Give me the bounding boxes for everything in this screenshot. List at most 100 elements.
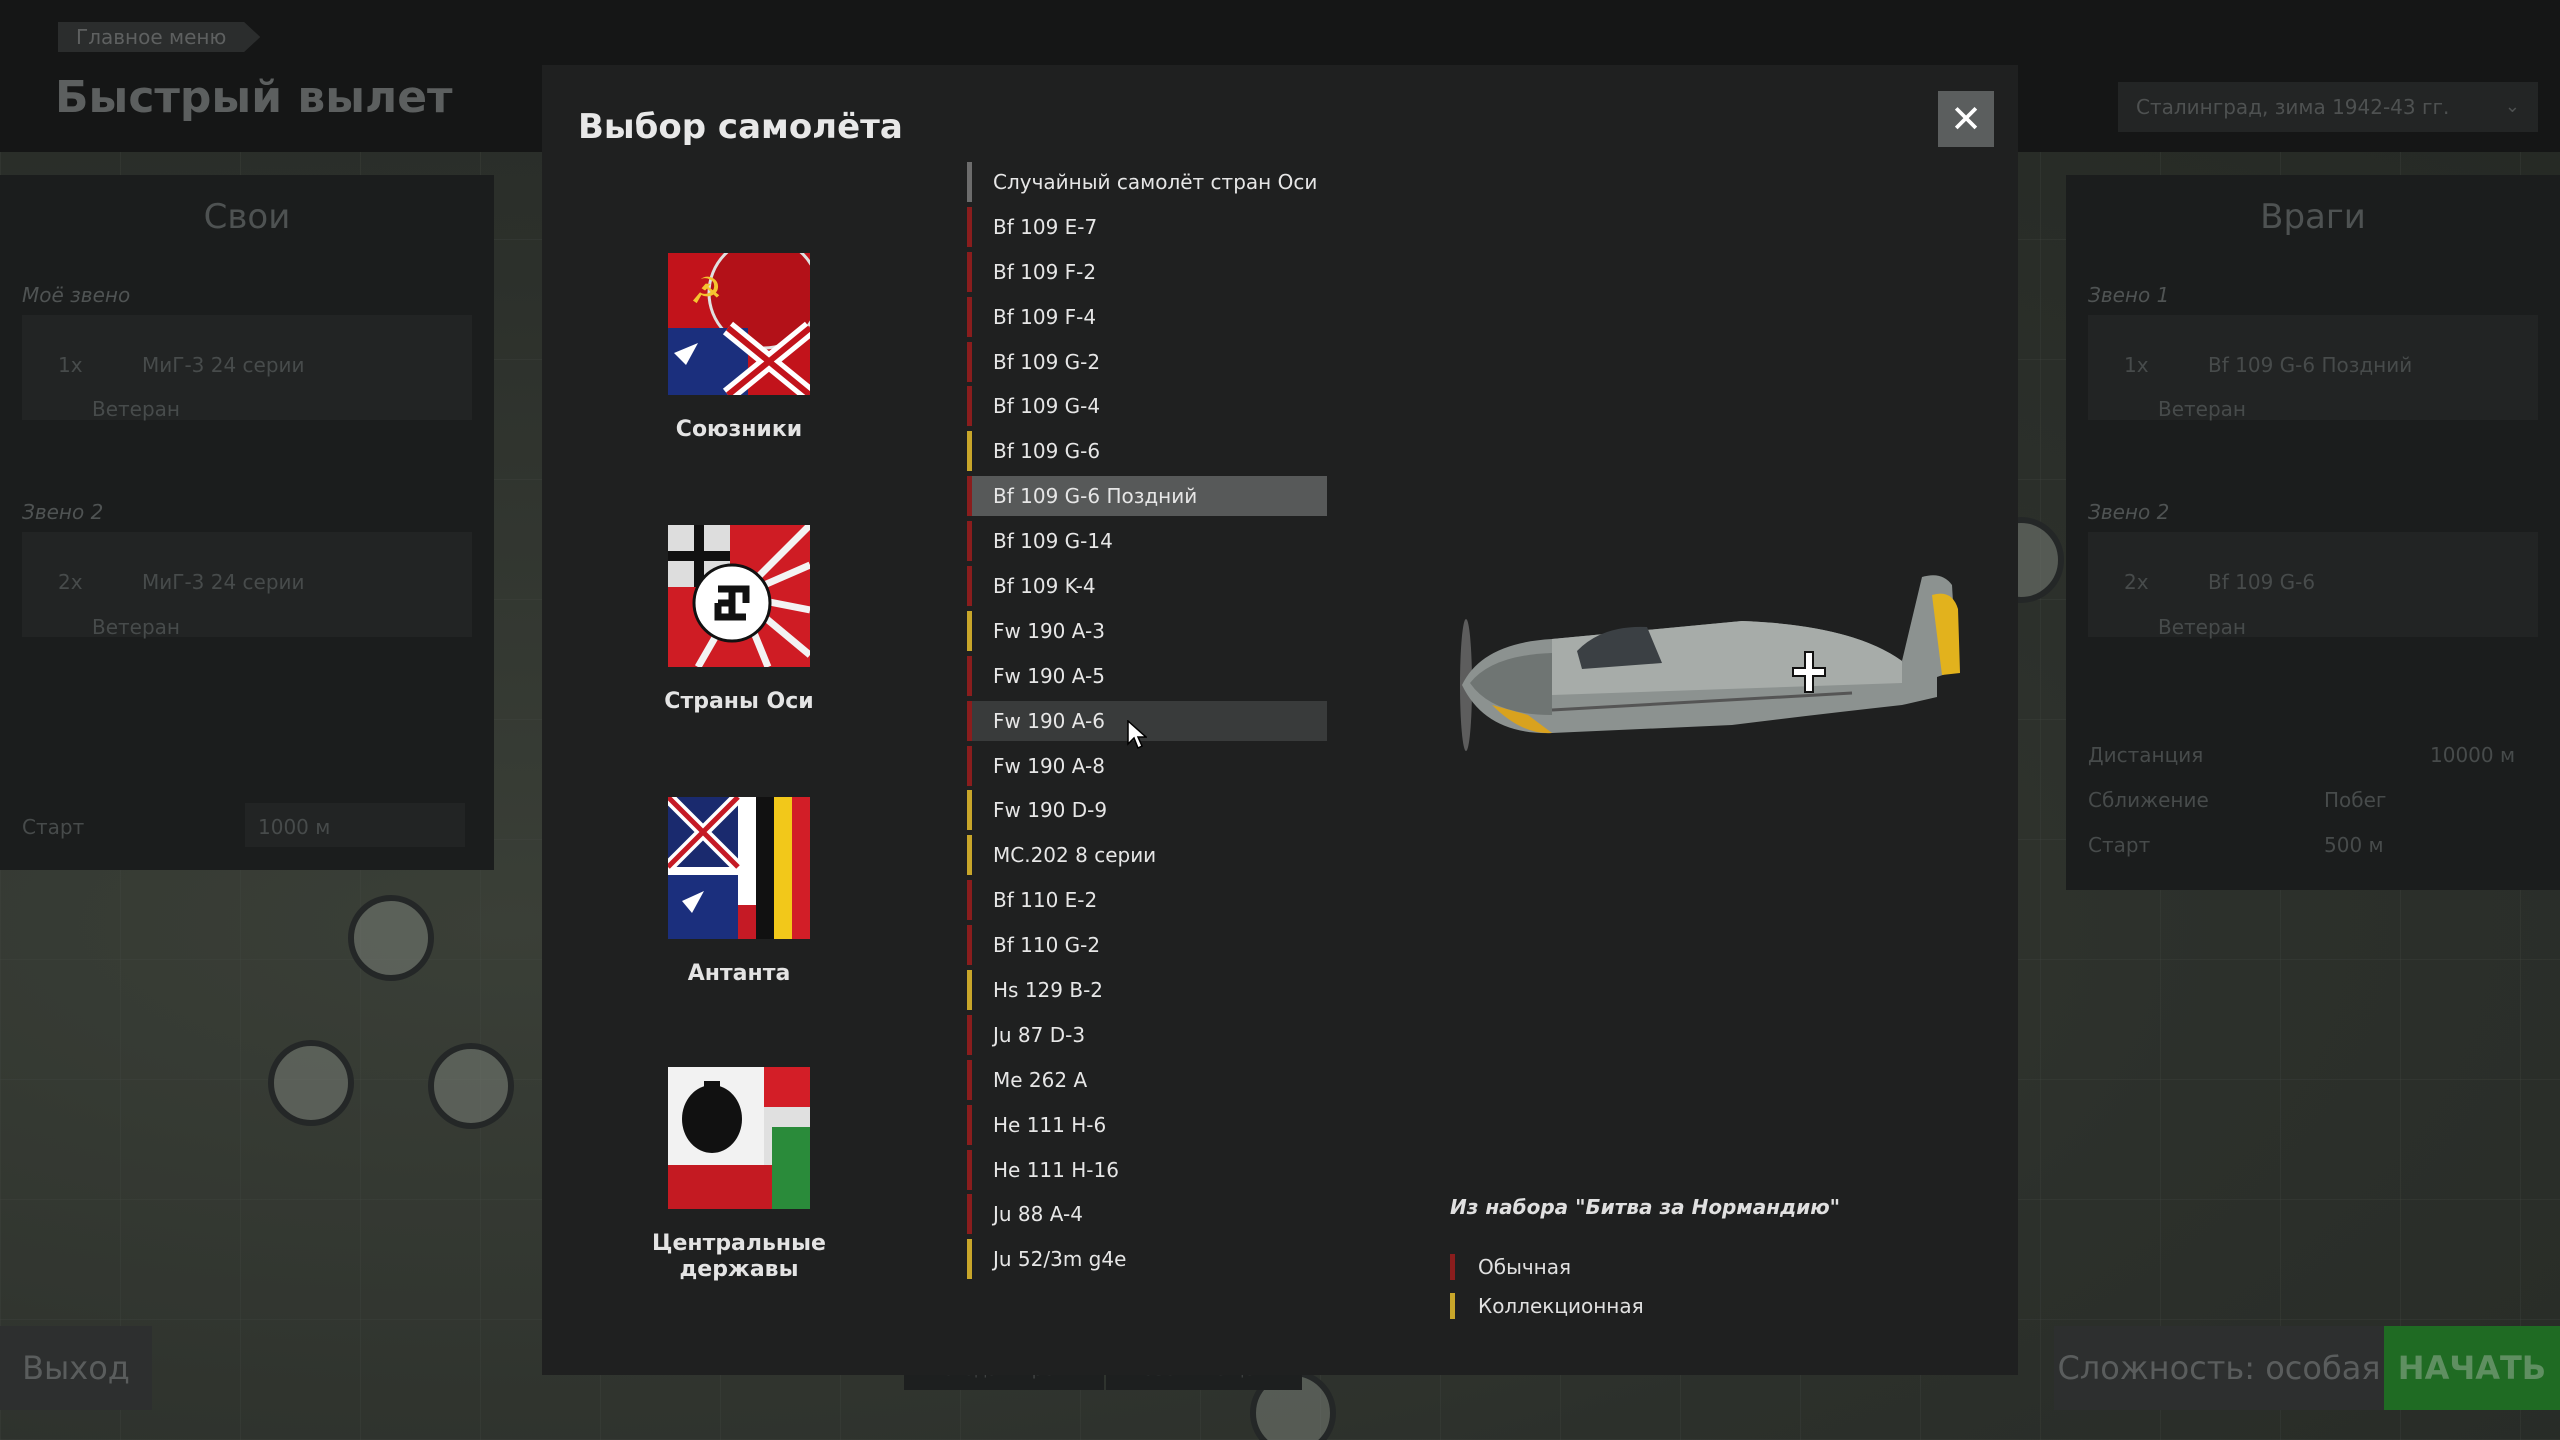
plane-name: Ju 88 A-4 [993,1202,1083,1227]
pack-note: Из набора "Битва за Нормандию" [1450,1195,1841,1219]
enemy-flight1-plane[interactable]: Bf 109 G-6 Поздний [2208,353,2412,377]
enemy-side-panel: Враги Звено 1 1x Bf 109 G-6 Поздний Вете… [2066,175,2560,890]
plane-list-item[interactable]: MC.202 8 серии [967,835,1327,876]
faction-central-powers[interactable]: Центральные державы [639,1067,839,1283]
map-marker[interactable] [348,895,434,981]
svg-text:☭: ☭ [690,271,722,312]
allies-flag-icon: ☭ [668,253,810,395]
plane-list-item[interactable]: Bf 109 G-6 [967,431,1327,472]
map-select-value: Сталинград, зима 1942-43 гг. [2136,95,2450,119]
plane-list-item[interactable]: Hs 129 B-2 [967,970,1327,1011]
plane-list-item[interactable]: Fw 190 A-8 [967,745,1327,786]
legend-standard-swatch [1450,1254,1455,1280]
plane-list-item[interactable]: Ju 52/3m g4e [967,1239,1327,1280]
own-flight1-plane[interactable]: МиГ-3 24 серии [142,353,305,377]
plane-list-item[interactable]: Bf 110 G-2 [967,925,1327,966]
plane-list-item[interactable]: Ju 88 A-4 [967,1194,1327,1235]
plane-name: Fw 190 A-8 [993,753,1105,778]
own-flight2-plane[interactable]: МиГ-3 24 серии [142,570,305,594]
map-select[interactable]: Сталинград, зима 1942-43 гг. ⌄ [2118,82,2538,132]
central-powers-flag-icon [668,1067,810,1209]
faction-allies[interactable]: ☭ Союзники [639,253,839,443]
legend-collector-swatch [1450,1293,1455,1319]
plane-name: Ju 52/3m g4e [993,1247,1127,1272]
legend-standard: Обычная [1450,1252,1644,1282]
faction-label: Центральные державы [652,1231,826,1282]
plane-list-item[interactable]: Bf 110 E-2 [967,880,1327,921]
plane-list-item[interactable]: Bf 109 G-6 Поздний [967,476,1327,517]
plane-list-item[interactable]: Me 262 A [967,1059,1327,1100]
plane-preview-image [1460,575,1960,751]
plane-name: Fw 190 A-6 [993,708,1105,733]
plane-list-item[interactable]: He 111 H-6 [967,1104,1327,1145]
plane-list-item[interactable]: Ju 87 D-3 [967,1014,1327,1055]
enemy-start-value[interactable]: 500 м [2324,833,2384,857]
plane-name: He 111 H-16 [993,1157,1119,1182]
plane-name: Bf 109 F-4 [993,304,1097,329]
own-flight2-skill[interactable]: Ветеран [92,615,180,639]
plane-list-item[interactable]: Fw 190 A-6 [967,700,1327,741]
faction-label: Союзники [675,417,803,442]
own-side-panel: Свои Моё звено 1x МиГ-3 24 серии Ветеран… [0,175,494,870]
start-button[interactable]: НАЧАТЬ [2384,1326,2560,1410]
enemy-flight2-label: Звено 2 [2088,500,2170,524]
plane-tier-marker [967,296,972,337]
enemy-start-label: Старт [2088,833,2151,857]
close-button[interactable]: ✕ [1938,91,1994,147]
plane-list-item[interactable]: He 111 H-16 [967,1149,1327,1190]
breadcrumb[interactable]: Главное меню [58,22,261,52]
faction-entente[interactable]: Антанта [639,797,839,987]
plane-list-item[interactable]: Bf 109 F-4 [967,296,1327,337]
enemy-flight2-skill[interactable]: Ветеран [2158,615,2246,639]
legend-collector: Коллекционная [1450,1291,1644,1321]
enemy-distance-label: Дистанция [2088,743,2204,767]
plane-tier-marker [967,610,972,651]
plane-list-item[interactable]: Bf 109 E-7 [967,206,1327,247]
faction-axis[interactable]: Страны Оси [639,525,839,715]
own-panel-title: Свои [203,197,291,237]
map-marker[interactable] [268,1040,354,1126]
enemy-flight2-plane[interactable]: Bf 109 G-6 [2208,570,2315,594]
plane-name: Bf 109 G-4 [993,394,1101,419]
exit-button[interactable]: Выход [0,1326,152,1410]
enemy-flight1-label: Звено 1 [2088,283,2170,307]
plane-list-item[interactable]: Bf 109 F-2 [967,251,1327,292]
legend-collector-label: Коллекционная [1478,1294,1644,1318]
mouse-cursor-icon [1127,720,1147,750]
enemy-distance-value: 10000 м [2430,743,2516,767]
own-flight1-skill[interactable]: Ветеран [92,397,180,421]
enemy-panel-title: Враги [2260,197,2366,237]
plane-name: Случайный самолёт стран Оси [993,170,1318,194]
plane-name: Bf 109 G-14 [993,529,1113,554]
plane-tier-marker [967,206,972,247]
plane-name: Fw 190 D-9 [993,798,1108,823]
plane-name: MC.202 8 серии [993,843,1157,868]
plane-list-item[interactable]: Fw 190 A-5 [967,655,1327,696]
plane-name: Bf 109 E-7 [993,214,1098,239]
plane-tier-marker [967,162,972,202]
plane-name: Me 262 A [993,1067,1088,1092]
enemy-flight1-skill[interactable]: Ветеран [2158,397,2246,421]
enemy-flight1-count[interactable]: 1x [2124,353,2149,377]
plane-tier-marker [967,1149,972,1190]
map-marker[interactable] [428,1043,514,1129]
plane-list-item[interactable]: Fw 190 D-9 [967,790,1327,831]
own-flight2-count[interactable]: 2x [58,570,83,594]
plane-tier-marker [967,700,972,741]
plane-list-item[interactable]: Bf 109 G-2 [967,341,1327,382]
plane-name: Bf 109 G-2 [993,349,1101,374]
difficulty-button[interactable]: Сложность: особая [2054,1326,2384,1410]
plane-name: Bf 110 E-2 [993,888,1098,913]
plane-tier-marker [967,745,972,786]
plane-list-item[interactable]: Bf 109 G-14 [967,521,1327,562]
entente-flag-icon [668,797,810,939]
own-start-label: Старт [22,815,85,839]
enemy-approach-value[interactable]: Побег [2324,788,2386,812]
plane-name: Bf 110 G-2 [993,933,1101,958]
plane-list-item[interactable]: Fw 190 A-3 [967,610,1327,651]
plane-list-item[interactable]: Bf 109 K-4 [967,566,1327,607]
enemy-flight2-count[interactable]: 2x [2124,570,2149,594]
plane-list-item[interactable]: Случайный самолёт стран Оси [967,162,1327,202]
own-flight1-count[interactable]: 1x [58,353,83,377]
plane-list-item[interactable]: Bf 109 G-4 [967,386,1327,427]
